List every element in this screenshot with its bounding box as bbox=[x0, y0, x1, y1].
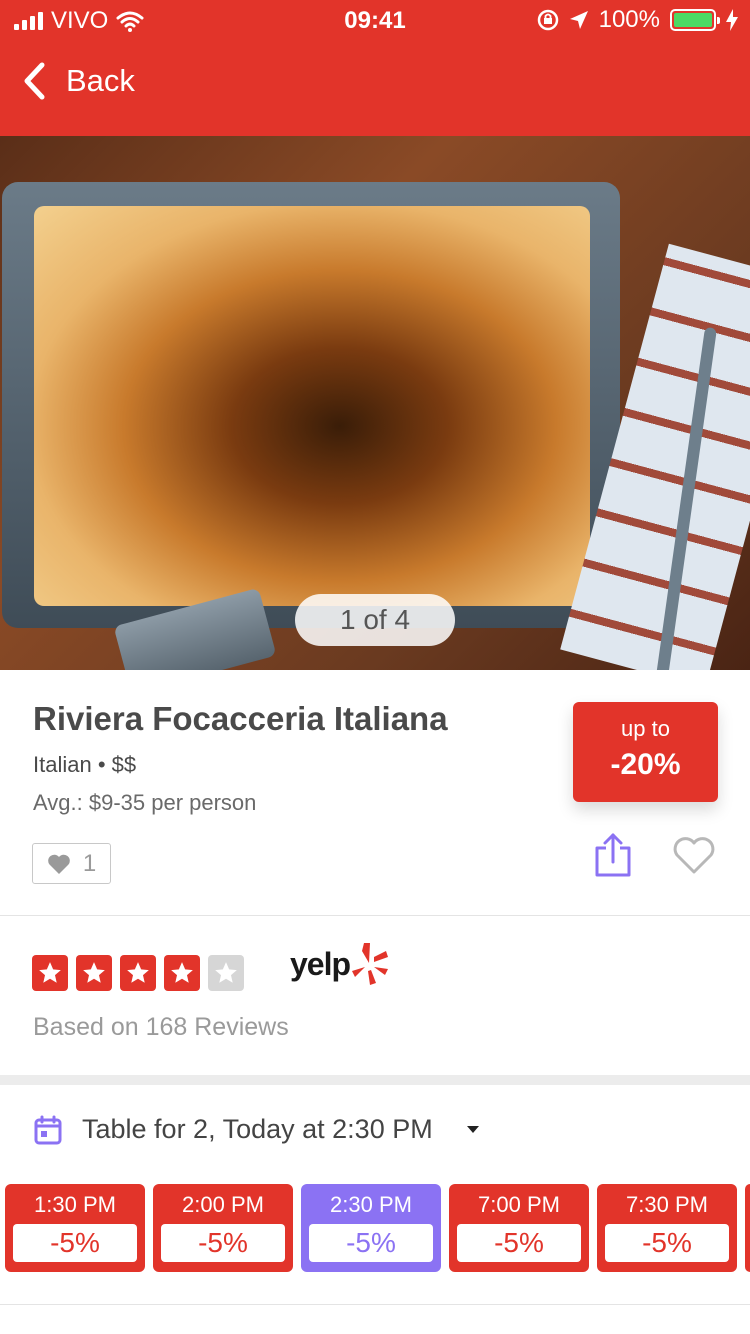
favorite-button[interactable] bbox=[672, 835, 716, 880]
back-button[interactable]: Back bbox=[22, 62, 135, 100]
star-icon bbox=[164, 955, 200, 991]
cuisine-price: Italian • $$ bbox=[33, 752, 137, 777]
orientation-lock-icon bbox=[537, 9, 558, 31]
battery-percent: 100% bbox=[598, 6, 660, 33]
likes-count: 1 bbox=[82, 849, 97, 877]
slot-discount: -5% bbox=[161, 1224, 285, 1262]
star-icon bbox=[120, 955, 156, 991]
chevron-left-icon bbox=[24, 62, 45, 100]
section-separator bbox=[0, 1075, 750, 1085]
header: VIVO 09:41 100% Back bbox=[0, 0, 750, 136]
yelp-wordmark: yelp bbox=[290, 945, 351, 982]
slot-discount: -5% bbox=[457, 1224, 581, 1262]
star-icon bbox=[32, 955, 68, 991]
slot-time: 2:00 PM bbox=[182, 1192, 264, 1217]
star-icon bbox=[76, 955, 112, 991]
star-rating bbox=[32, 955, 244, 991]
photo-focaccia bbox=[34, 206, 590, 606]
party-date-selector[interactable]: Table for 2, Today at 2:30 PM bbox=[34, 1114, 479, 1145]
slot-time: 7:30 PM bbox=[626, 1192, 708, 1217]
share-icon bbox=[595, 833, 631, 877]
location-arrow-icon bbox=[569, 11, 588, 29]
likes-count-badge[interactable]: 1 bbox=[32, 843, 111, 884]
charging-icon bbox=[726, 9, 738, 31]
status-right: 100% bbox=[537, 6, 738, 34]
calendar-icon bbox=[34, 1115, 62, 1144]
caret-down-icon bbox=[466, 1126, 479, 1133]
photo-counter: 1 of 4 bbox=[295, 594, 455, 646]
status-bar: VIVO 09:41 100% bbox=[0, 0, 750, 40]
rating-section: yelp Based on 168 Reviews bbox=[0, 917, 750, 1075]
reservation-label: Table for 2, Today at 2:30 PM bbox=[82, 1114, 433, 1144]
share-button[interactable] bbox=[593, 832, 633, 883]
time-slot[interactable]: 7:30 PM -5% bbox=[597, 1184, 737, 1272]
slot-time: 7:00 PM bbox=[478, 1192, 560, 1217]
back-label: Back bbox=[66, 63, 135, 98]
time-slot-partial[interactable] bbox=[745, 1184, 750, 1272]
slot-discount: -5% bbox=[605, 1224, 729, 1262]
discount-value: -20% bbox=[610, 748, 681, 781]
restaurant-photo[interactable]: 1 of 4 bbox=[0, 136, 750, 670]
time-slot-list: 1:30 PM -5% 2:00 PM -5% 2:30 PM -5% 7:00… bbox=[5, 1184, 750, 1272]
slot-time: 2:30 PM bbox=[330, 1192, 412, 1217]
average-price: Avg.: $9-35 per person bbox=[33, 790, 257, 815]
discount-badge: up to -20% bbox=[573, 702, 718, 802]
yelp-logo: yelp bbox=[290, 941, 392, 987]
restaurant-name: Riviera Focacceria Italiana bbox=[33, 700, 448, 737]
star-empty-icon bbox=[208, 955, 244, 991]
discount-label: up to bbox=[621, 716, 670, 741]
battery-icon bbox=[670, 9, 720, 31]
slot-discount: -5% bbox=[13, 1224, 137, 1262]
slot-time: 1:30 PM bbox=[34, 1192, 116, 1217]
yelp-burst-icon bbox=[352, 943, 389, 985]
restaurant-info: Riviera Focacceria Italiana Italian • $$… bbox=[0, 670, 750, 916]
heart-filled-icon bbox=[48, 854, 70, 874]
divider bbox=[0, 1304, 750, 1305]
time-slot[interactable]: 2:00 PM -5% bbox=[153, 1184, 293, 1272]
divider bbox=[0, 915, 750, 916]
heart-outline-icon bbox=[673, 837, 715, 874]
time-slot-selected[interactable]: 2:30 PM -5% bbox=[301, 1184, 441, 1272]
time-slot[interactable]: 7:00 PM -5% bbox=[449, 1184, 589, 1272]
time-slot[interactable]: 1:30 PM -5% bbox=[5, 1184, 145, 1272]
reviews-count: Based on 168 Reviews bbox=[33, 1013, 289, 1041]
slot-discount: -5% bbox=[309, 1224, 433, 1262]
